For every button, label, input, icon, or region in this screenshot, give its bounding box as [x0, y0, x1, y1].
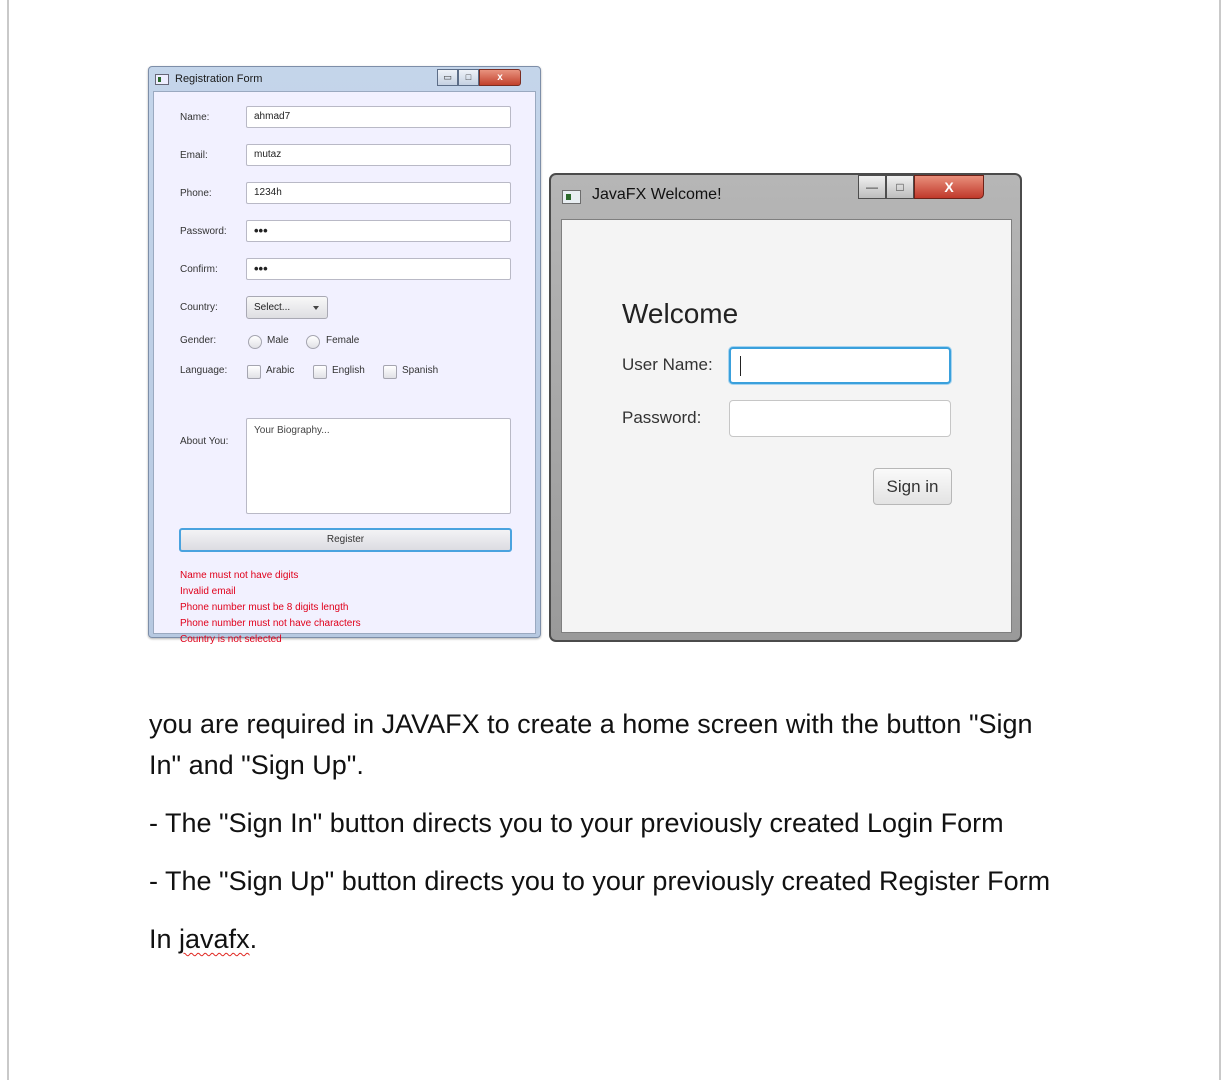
gender-female-radio[interactable]: [306, 335, 320, 349]
registration-titlebar: Registration Form ▭ □ x: [149, 67, 540, 91]
gender-male-radio[interactable]: [248, 335, 262, 349]
email-label: Email:: [180, 150, 208, 161]
app-window-icon: [562, 190, 581, 204]
password-input[interactable]: [729, 400, 951, 437]
password-field[interactable]: •••: [246, 220, 511, 242]
confirm-label: Confirm:: [180, 264, 218, 275]
close-icon[interactable]: X: [914, 175, 984, 199]
close-icon[interactable]: x: [479, 69, 521, 86]
document-last-line: In javafx.: [149, 919, 1109, 960]
registration-window-controls: ▭ □ x: [437, 69, 521, 86]
language-label: Language:: [180, 365, 228, 376]
welcome-window-body: Welcome User Name: Password: Sign in: [561, 219, 1012, 633]
language-spanish-checkbox[interactable]: [383, 365, 397, 379]
password-label: Password:: [180, 226, 227, 237]
maximize-icon[interactable]: □: [458, 69, 479, 86]
email-field[interactable]: mutaz: [246, 144, 511, 166]
confirm-password-field[interactable]: •••: [246, 258, 511, 280]
country-select-value: Select...: [254, 302, 291, 313]
register-button[interactable]: Register: [179, 528, 512, 552]
name-label: Name:: [180, 112, 210, 123]
gender-label: Gender:: [180, 335, 217, 346]
country-select[interactable]: Select...: [246, 296, 328, 319]
error-message: Name must not have digits: [180, 570, 299, 581]
about-label: About You:: [180, 436, 229, 447]
language-arabic-checkbox[interactable]: [247, 365, 261, 379]
language-arabic-label: Arabic: [266, 365, 295, 376]
password-label: Password:: [622, 408, 702, 427]
phone-field[interactable]: 1234h: [246, 182, 511, 204]
error-message: Phone number must be 8 digits length: [180, 602, 349, 613]
document-paragraph: you are required in JAVAFX to create a h…: [149, 709, 1033, 780]
sign-in-button[interactable]: Sign in: [873, 468, 952, 505]
welcome-window-title: JavaFX Welcome!: [592, 186, 722, 203]
app-window-icon: [155, 74, 169, 85]
phone-label: Phone:: [180, 188, 212, 199]
document-body: you are required in JAVAFX to create a h…: [149, 704, 1109, 977]
minimize-icon[interactable]: ▭: [437, 69, 458, 86]
username-input[interactable]: [729, 347, 951, 384]
gender-male-label: Male: [267, 335, 289, 346]
document-paragraph: - The "Sign In" button directs you to yo…: [149, 808, 1004, 838]
registration-title: Registration Form: [175, 73, 263, 85]
maximize-icon[interactable]: □: [886, 175, 914, 199]
page-border-left: [7, 0, 9, 1080]
last-line-prefix: In: [149, 924, 180, 954]
welcome-window: JavaFX Welcome! — □ X Welcome User Name:…: [549, 173, 1022, 642]
error-message: Country is not selected: [180, 634, 282, 645]
welcome-window-controls: — □ X: [858, 175, 984, 199]
name-field[interactable]: ahmad7: [246, 106, 511, 128]
welcome-heading: Welcome: [622, 298, 739, 329]
chevron-down-icon: [313, 306, 319, 310]
language-english-label: English: [332, 365, 365, 376]
registration-form-body: Name: ahmad7 Email: mutaz Phone: 1234h P…: [153, 91, 536, 645]
page-border-right: [1219, 0, 1221, 1080]
registration-window: Registration Form ▭ □ x Name: ahmad7 Ema…: [148, 66, 541, 645]
spellcheck-word: javafx: [179, 924, 250, 954]
error-message: Phone number must not have characters: [180, 618, 361, 629]
minimize-icon[interactable]: —: [858, 175, 886, 199]
biography-textarea[interactable]: Your Biography...: [246, 418, 511, 514]
document-paragraph: - The "Sign Up" button directs you to yo…: [149, 866, 1051, 896]
language-spanish-label: Spanish: [402, 365, 439, 376]
gender-female-label: Female: [326, 335, 360, 346]
username-label: User Name:: [622, 355, 713, 374]
error-messages: Name must not have digits Invalid email …: [180, 568, 361, 648]
text-caret: [740, 356, 741, 376]
error-message: Invalid email: [180, 586, 236, 597]
language-english-checkbox[interactable]: [313, 365, 327, 379]
country-label: Country:: [180, 302, 218, 313]
last-line-suffix: .: [249, 924, 258, 954]
